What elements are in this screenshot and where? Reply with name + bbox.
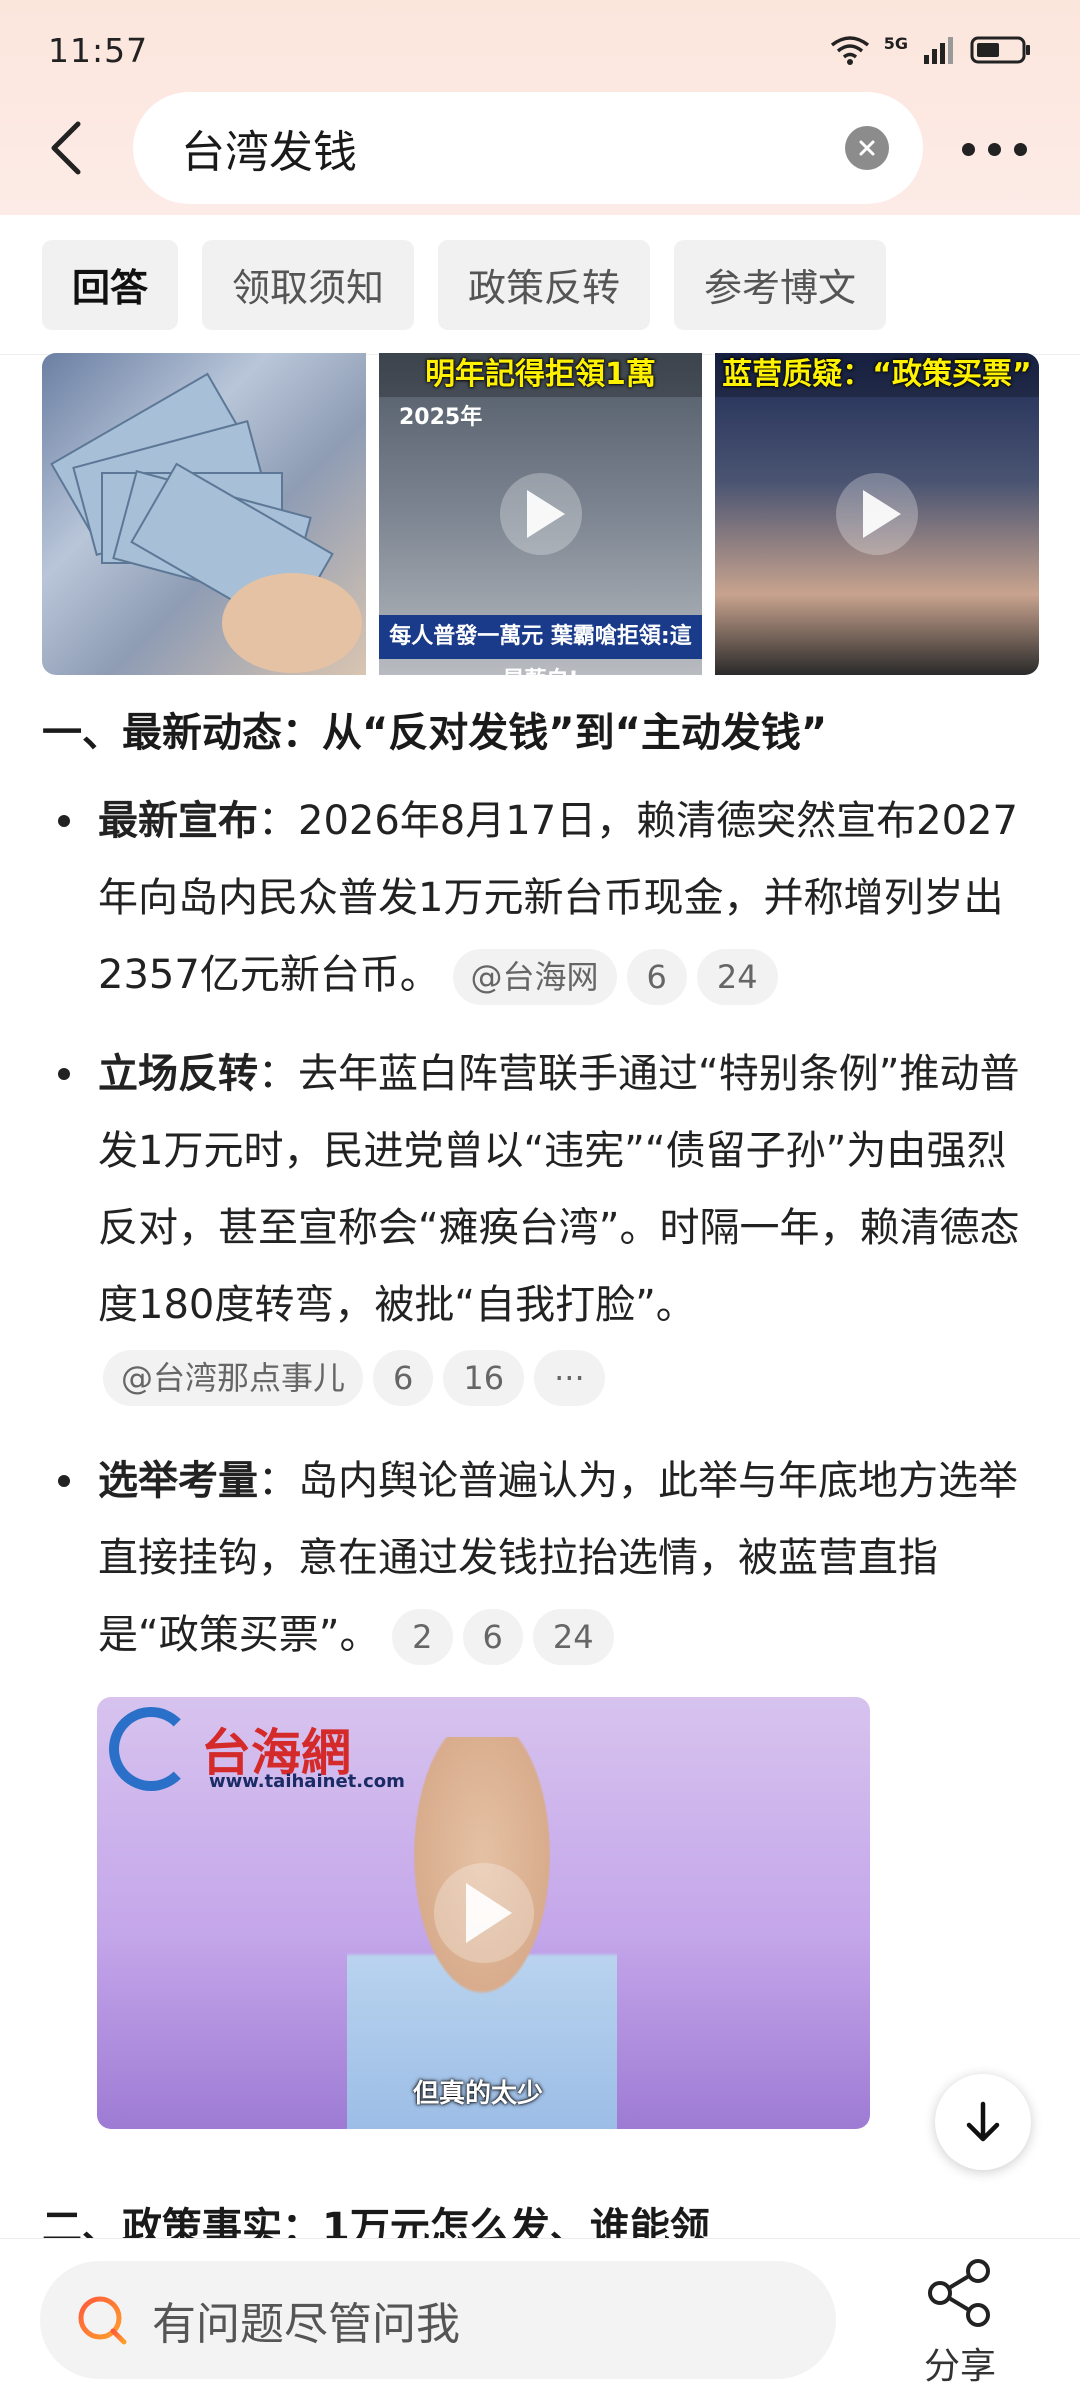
network-type: 5G (883, 33, 908, 53)
bullet-label: 选举考量 (98, 1458, 258, 1504)
bullet-text: 最新宣布：2026年8月17日，赖清德突然宣布2027年向岛内民众普发1万元新台… (98, 783, 1038, 1014)
bullet-dot (58, 1475, 70, 1487)
wifi-icon (830, 36, 869, 65)
citation-chip[interactable]: 2 (392, 1609, 453, 1665)
bullet-text: 选举考量：岛内舆论普遍认为，此举与年底地方选举直接挂钩，意在通过发钱拉抬选情，被… (98, 1443, 1038, 1674)
ask-input[interactable]: 有问题尽管问我 (40, 2261, 836, 2379)
source-chip[interactable]: @台海网 (452, 949, 617, 1005)
play-button[interactable] (836, 473, 918, 555)
logo-mark-icon (109, 1707, 193, 1791)
media-gallery: 明年記得拒領1萬 2025年 每人普發一萬元 葉霸嗆拒領:這是藍白! 蓝营质疑：… (42, 353, 1040, 675)
news-video-thumbnail[interactable]: 明年記得拒領1萬 2025年 每人普發一萬元 葉霸嗆拒領:這是藍白! (379, 353, 702, 675)
bottom-bar: 有问题尽管问我 分享 (0, 2238, 1080, 2400)
play-button[interactable] (499, 473, 582, 555)
ask-placeholder: 有问题尽管问我 (152, 2299, 460, 2350)
tab-answer[interactable]: 回答 (42, 239, 179, 330)
video-headline: 明年記得拒領1萬 (379, 353, 702, 397)
search-header: 台湾发钱 (0, 92, 1080, 207)
status-bar: 11:57 5G (0, 0, 1080, 100)
list-item: 立场反转：去年蓝白阵营联手通过“特别条例”推动普发1万元时，民进党曾以“违宪”“… (48, 1036, 1038, 1406)
tab-policy-reversal[interactable]: 政策反转 (438, 239, 651, 330)
ai-search-icon (78, 2296, 127, 2345)
video-year-tag: 2025年 (399, 405, 483, 430)
tab-claim-notice[interactable]: 领取须知 (202, 239, 415, 330)
share-icon (928, 2259, 990, 2327)
citation-chip[interactable]: 24 (532, 1609, 614, 1665)
embedded-video[interactable]: 台海網 www.taihainet.com 但真的太少 (97, 1697, 870, 2129)
tab-bar: 回答 领取须知 政策反转 参考博文 (0, 215, 1080, 355)
chevron-left-icon (51, 121, 81, 175)
clear-search-button[interactable] (845, 126, 889, 170)
bullet-label: 立场反转 (98, 1051, 258, 1097)
share-button[interactable]: 分享 (905, 2257, 1015, 2389)
search-query: 台湾发钱 (181, 127, 357, 178)
citation-chip[interactable]: 6 (373, 1350, 434, 1406)
close-icon (859, 140, 875, 156)
money-image[interactable] (42, 353, 366, 675)
more-citations-chip[interactable]: ··· (534, 1350, 605, 1406)
citation-chip[interactable]: 16 (443, 1350, 525, 1406)
video-subtitle: 但真的太少 (413, 2079, 544, 2109)
bullet-text: 立场反转：去年蓝白阵营联手通过“特别条例”推动普发1万元时，民进党曾以“违宪”“… (98, 1036, 1038, 1344)
more-dot-icon (1014, 142, 1027, 156)
arrow-down-icon (966, 2101, 1000, 2142)
back-button[interactable] (40, 118, 100, 178)
play-icon (526, 490, 565, 538)
video-headline: 蓝营质疑：“政策买票” (715, 353, 1039, 397)
video-caption: 每人普發一萬元 葉霸嗆拒領:這是藍白! (379, 615, 702, 675)
search-input[interactable]: 台湾发钱 (133, 92, 923, 204)
play-icon (465, 1883, 512, 1943)
tab-reference-posts[interactable]: 参考博文 (674, 239, 887, 330)
more-dot-icon (962, 142, 975, 156)
share-label: 分享 (923, 2346, 996, 2387)
bullet-dot (58, 815, 70, 827)
scroll-down-button[interactable] (935, 2074, 1031, 2170)
citation-row: @台湾那点事儿 6 16 ··· (103, 1350, 1038, 1406)
citation-chip[interactable]: 6 (626, 949, 687, 1005)
source-chip[interactable]: @台湾那点事儿 (103, 1350, 364, 1406)
list-item: 最新宣布：2026年8月17日，赖清德突然宣布2027年向岛内民众普发1万元新台… (48, 783, 1038, 1014)
signal-icon (924, 37, 953, 64)
list-item: 选举考量：岛内舆论普遍认为，此举与年底地方选举直接挂钩，意在通过发钱拉抬选情，被… (48, 1443, 1038, 1674)
status-icons: 5G (830, 33, 1032, 65)
more-dot-icon (988, 142, 1001, 156)
citation-chip[interactable]: 6 (462, 1609, 523, 1665)
citation-chip[interactable]: 24 (696, 949, 778, 1005)
battery-icon (970, 36, 1030, 64)
banknotes-illustration (50, 372, 362, 673)
more-options-button[interactable] (962, 134, 1042, 164)
section-title: 一、最新动态：从“反对发钱”到“主动发钱” (42, 710, 828, 756)
politician-video-thumbnail[interactable]: 蓝营质疑：“政策买票” (715, 353, 1039, 675)
play-button[interactable] (433, 1863, 534, 1963)
bullet-dot (58, 1068, 70, 1080)
status-time: 11:57 (48, 30, 149, 70)
bullet-label: 最新宣布 (98, 798, 258, 844)
play-icon (863, 490, 901, 538)
